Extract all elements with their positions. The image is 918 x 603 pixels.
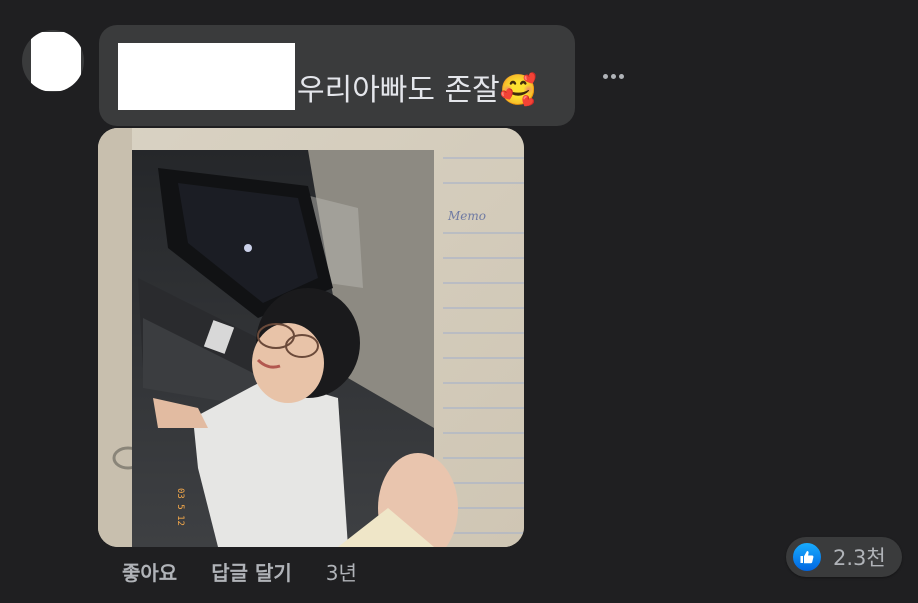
- comment-photo[interactable]: Memo 03 5 12: [98, 128, 524, 547]
- like-thumbs-up-icon: [791, 541, 823, 573]
- comment-bubble: 우리아빠도 존잘🥰: [99, 25, 575, 126]
- reply-button[interactable]: 답글 달기: [211, 557, 292, 589]
- like-comment-button[interactable]: 좋아요: [122, 557, 177, 589]
- comment-timestamp[interactable]: 3년: [326, 557, 357, 589]
- svg-text:Memo: Memo: [447, 209, 486, 223]
- avatar-redaction: [31, 32, 81, 91]
- comment-text: 우리아빠도 존잘🥰: [297, 73, 538, 108]
- reaction-count: 2.3천: [833, 546, 886, 570]
- reaction-summary[interactable]: 2.3천: [786, 537, 902, 577]
- photo-image: Memo 03 5 12: [98, 128, 524, 547]
- svg-text:03 5 12: 03 5 12: [175, 488, 185, 526]
- comment-actions: 좋아요 답글 달기 3년: [122, 557, 357, 589]
- more-horizontal-icon: [602, 73, 608, 79]
- commenter-avatar[interactable]: [22, 30, 84, 92]
- commenter-name-redaction[interactable]: [118, 43, 295, 110]
- more-options-button[interactable]: [594, 62, 632, 90]
